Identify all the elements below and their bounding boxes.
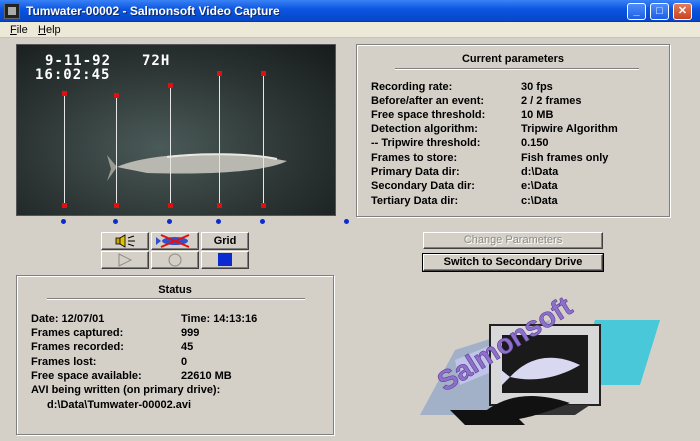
record-button[interactable]	[151, 251, 199, 269]
stop-square-icon	[218, 253, 232, 266]
status-time: Time: 14:13:16	[181, 313, 258, 325]
tripwire-bottom-marker[interactable]	[114, 203, 119, 208]
video-preview[interactable]: 9-11-92 72H 16:02:45	[16, 44, 336, 216]
app-icon[interactable]	[4, 3, 20, 19]
tripwire-bottom-marker[interactable]	[261, 203, 266, 208]
tripwire-base-marker[interactable]	[260, 219, 265, 224]
tripwire-bottom-marker[interactable]	[168, 203, 173, 208]
play-icon	[118, 253, 133, 267]
tripwire-top-marker[interactable]	[217, 71, 222, 76]
status-date: Date: 12/07/01	[31, 313, 105, 325]
divider	[395, 68, 639, 70]
tripwire-line[interactable]	[170, 85, 171, 205]
avi-path: d:\Data\Tumwater-00002.avi	[47, 399, 192, 411]
grid-button[interactable]: Grid	[201, 232, 249, 250]
fish-crossed-icon	[156, 234, 190, 248]
tripwire-bottom-marker[interactable]	[217, 203, 222, 208]
divider	[47, 298, 305, 300]
change-parameters-button[interactable]: Change Parameters	[423, 232, 603, 249]
tripwire-bottom-marker[interactable]	[62, 203, 67, 208]
tripwire-base-marker[interactable]	[344, 219, 349, 224]
tripwire-top-marker[interactable]	[261, 71, 266, 76]
title-bar: Tumwater-00002 - Salmonsoft Video Captur…	[0, 0, 700, 22]
minimize-icon[interactable]: _	[627, 3, 646, 20]
close-icon[interactable]: ✕	[673, 3, 692, 20]
current-parameters-panel: Current parameters Recording rate: 30 fps…	[356, 44, 670, 217]
status-row: Frames captured: 999	[31, 327, 200, 339]
stop-button[interactable]	[201, 251, 249, 269]
sound-button[interactable]	[101, 232, 149, 250]
tripwire-line[interactable]	[64, 93, 65, 205]
status-row: Free space available: 22610 MB	[31, 370, 232, 382]
fish-detect-toggle[interactable]	[151, 232, 199, 250]
tripwire-top-marker[interactable]	[114, 93, 119, 98]
tripwire-top-marker[interactable]	[168, 83, 173, 88]
tripwire-base-marker[interactable]	[61, 219, 66, 224]
record-circle-icon	[168, 253, 182, 267]
status-panel: Status Date: 12/07/01 Time: 14:13:16 Fra…	[16, 275, 334, 435]
tripwire-top-marker[interactable]	[62, 91, 67, 96]
video-tag-overlay: 72H	[142, 53, 171, 69]
speaker-icon	[115, 234, 135, 248]
window-title: Tumwater-00002 - Salmonsoft Video Captur…	[26, 4, 280, 18]
salmon-image	[107, 153, 287, 181]
tripwire-line[interactable]	[116, 95, 117, 205]
tripwire-line[interactable]	[219, 73, 220, 205]
menu-file[interactable]: File	[10, 24, 28, 36]
tripwire-base-marker[interactable]	[216, 219, 221, 224]
menu-help[interactable]: Help	[38, 24, 61, 36]
menu-bar: File Help	[0, 22, 700, 38]
maximize-icon[interactable]: □	[650, 3, 669, 20]
panel-title: Current parameters	[461, 53, 565, 65]
tripwire-base-marker[interactable]	[113, 219, 118, 224]
tripwire-base-marker[interactable]	[167, 219, 172, 224]
play-button[interactable]	[101, 251, 149, 269]
tripwire-line[interactable]	[263, 73, 264, 205]
avi-label: AVI being written (on primary drive):	[31, 384, 221, 396]
panel-title: Status	[158, 284, 192, 296]
video-time-overlay: 16:02:45	[35, 67, 111, 83]
status-row: Frames recorded: 45	[31, 341, 194, 353]
salmonsoft-logo: Salmonsoft	[420, 290, 660, 425]
status-row: Frames lost: 0	[31, 356, 188, 368]
